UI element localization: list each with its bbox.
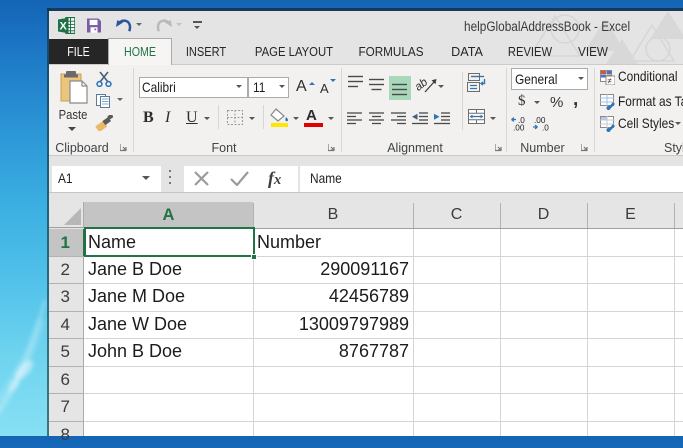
svg-text:≠: ≠ [608, 77, 613, 86]
svg-text:.0: .0 [542, 124, 549, 132]
svg-text:.00: .00 [513, 124, 525, 132]
svg-text:X: X [60, 21, 68, 33]
